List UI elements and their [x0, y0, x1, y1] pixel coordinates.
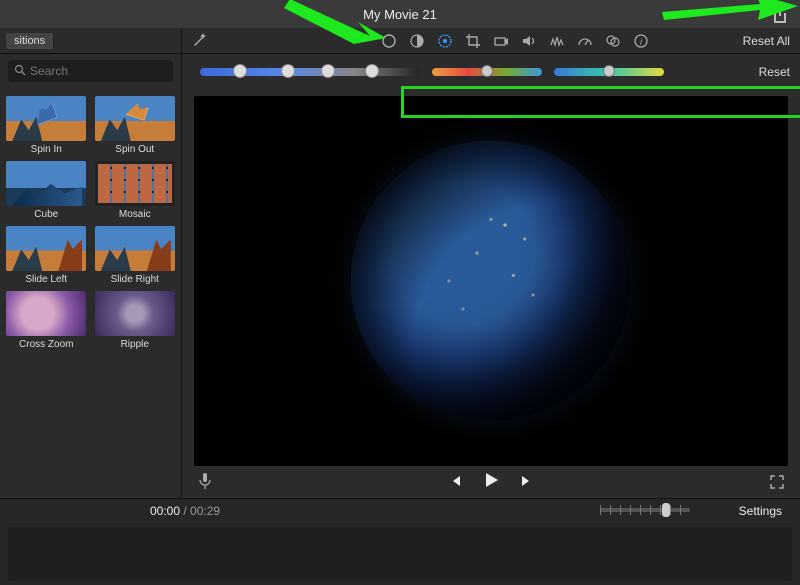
thumb-label: Spin Out	[93, 144, 178, 155]
play-icon[interactable]	[481, 470, 501, 496]
thumb-label: Cube	[4, 209, 89, 220]
thumb-label: Spin In	[4, 144, 89, 155]
search-input[interactable]	[30, 64, 167, 78]
auto-enhance-icon[interactable]	[380, 32, 398, 50]
thumb-cross-zoom[interactable]: Cross Zoom	[4, 291, 89, 350]
playback-controls	[182, 468, 800, 498]
inspector-icons: i	[380, 32, 650, 50]
thumb-slide-right[interactable]: Slide Right	[93, 226, 178, 285]
thumb-cube[interactable]: Cube	[4, 161, 89, 220]
preview-content	[351, 141, 631, 421]
thumb-label: Slide Right	[93, 274, 178, 285]
previous-icon[interactable]	[447, 473, 463, 494]
clip-duration: 00:29	[190, 504, 220, 518]
saturation-slider[interactable]	[432, 68, 542, 76]
speed-icon[interactable]	[576, 32, 594, 50]
thumb-spin-out[interactable]: Spin Out	[93, 96, 178, 155]
color-balance-icon[interactable]	[408, 32, 426, 50]
thumb-mosaic[interactable]: Mosaic	[93, 161, 178, 220]
thumb-label: Mosaic	[93, 209, 178, 220]
thumb-label: Cross Zoom	[4, 339, 89, 350]
timeline-panel: 00:00 / 00:29 Settings	[0, 498, 800, 585]
thumb-spin-in[interactable]: Spin In	[4, 96, 89, 155]
title-bar: My Movie 21	[0, 0, 800, 28]
project-title: My Movie 21	[363, 7, 437, 22]
preview-viewport[interactable]	[194, 96, 788, 466]
filter-icon[interactable]	[604, 32, 622, 50]
voiceover-icon[interactable]	[198, 472, 212, 495]
volume-icon[interactable]	[520, 32, 538, 50]
zoom-slider[interactable]	[600, 505, 690, 515]
next-icon[interactable]	[519, 473, 535, 494]
noise-reduction-icon[interactable]	[548, 32, 566, 50]
temperature-slider[interactable]	[554, 68, 664, 76]
sidebar: sitions Spin In Spin Out Cube Mosaic Sli…	[0, 28, 182, 498]
tab-transitions[interactable]: sitions	[6, 33, 54, 49]
thumb-label: Ripple	[93, 339, 178, 350]
search-field[interactable]	[8, 60, 173, 82]
reset-all-button[interactable]: Reset All	[743, 34, 790, 48]
thumb-slide-left[interactable]: Slide Left	[4, 226, 89, 285]
color-adjust-row: Reset	[182, 54, 800, 90]
sidebar-tabs: sitions	[0, 28, 181, 54]
magic-wand-icon[interactable]	[192, 31, 208, 51]
timeline-settings-button[interactable]: Settings	[739, 504, 782, 518]
info-icon[interactable]: i	[632, 32, 650, 50]
reset-button[interactable]: Reset	[759, 65, 790, 79]
thumb-label: Slide Left	[4, 274, 89, 285]
transitions-grid: Spin In Spin Out Cube Mosaic Slide Left …	[0, 88, 181, 498]
timeline-header: 00:00 / 00:29 Settings	[0, 499, 800, 523]
search-icon	[14, 64, 26, 79]
share-icon[interactable]	[772, 5, 788, 26]
time-separator: /	[180, 504, 190, 518]
stabilization-icon[interactable]	[492, 32, 510, 50]
viewer-panel: i Reset All Reset	[182, 28, 800, 498]
playhead-time: 00:00	[150, 504, 180, 518]
thumb-ripple[interactable]: Ripple	[93, 291, 178, 350]
timeline-track[interactable]	[8, 527, 792, 581]
svg-text:i: i	[640, 37, 643, 47]
color-correction-icon[interactable]	[436, 32, 454, 50]
fullscreen-icon[interactable]	[770, 475, 784, 492]
exposure-slider[interactable]	[200, 68, 420, 76]
inspector-toolbar: i Reset All	[182, 28, 800, 54]
crop-icon[interactable]	[464, 32, 482, 50]
